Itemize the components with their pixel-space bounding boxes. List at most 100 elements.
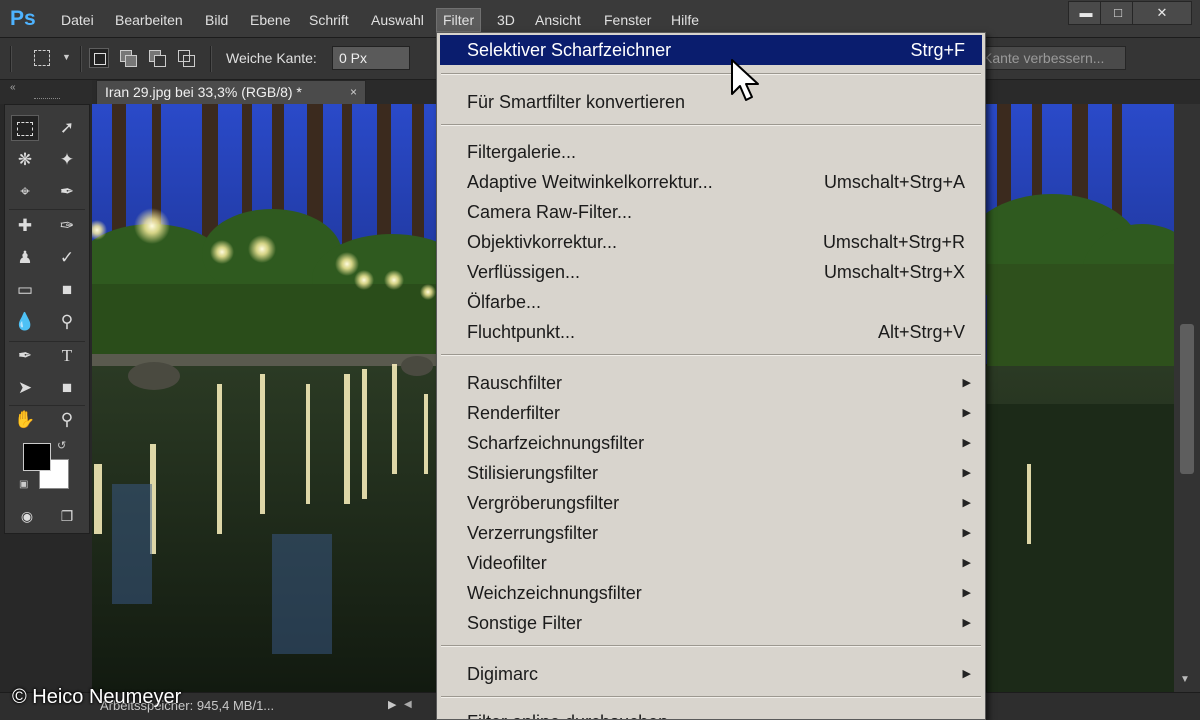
menu-item-verfluessigen[interactable]: Verflüssigen... Umschalt+Strg+X: [440, 257, 982, 287]
menu-item-shortcut: Alt+Strg+V: [877, 322, 965, 342]
menu-item-label: Renderfilter: [467, 403, 561, 423]
clone-stamp-tool-icon[interactable]: ♟: [11, 245, 39, 271]
rectangular-marquee-tool-icon[interactable]: [11, 115, 39, 141]
menu-item-label: Filtergalerie...: [467, 142, 577, 162]
menu-item-vergroeberungsfilter[interactable]: Vergröberungsfilter ▶: [440, 488, 982, 518]
intersect-selection-icon[interactable]: [176, 48, 196, 68]
foreground-color-swatch[interactable]: [23, 443, 51, 471]
toolbar-divider: [9, 341, 85, 342]
path-selection-tool-icon[interactable]: ➤: [11, 375, 39, 401]
collapse-arrows-icon[interactable]: «: [10, 82, 16, 93]
menu-item-label: Fluchtpunkt...: [467, 322, 576, 342]
menu-item-label: Stilisierungsfilter: [467, 463, 599, 483]
menu-bearbeiten[interactable]: Bearbeiten: [109, 9, 189, 31]
menu-item-filtergalerie[interactable]: Filtergalerie...: [440, 137, 982, 167]
menu-item-rauschfilter[interactable]: Rauschfilter ▶: [440, 368, 982, 398]
menu-item-digimarc[interactable]: Digimarc ▶: [440, 659, 982, 689]
status-menu-arrow-icon[interactable]: ▶: [388, 698, 396, 711]
menu-item-label: Selektiver Scharfzeichner: [467, 40, 672, 60]
menu-datei[interactable]: Datei: [55, 9, 100, 31]
document-tab[interactable]: Iran 29.jpg bei 33,3% (RGB/8) * ×: [96, 80, 366, 104]
lasso-tool-icon[interactable]: ❋: [11, 147, 39, 173]
menu-item-shortcut: Umschalt+Strg+A: [823, 172, 965, 192]
menu-item-videofilter[interactable]: Videofilter ▶: [440, 548, 982, 578]
default-colors-icon[interactable]: ▣: [19, 479, 28, 490]
brush-tool-icon[interactable]: ✑: [53, 213, 81, 239]
vertical-scrollbar[interactable]: ▼: [1174, 104, 1200, 692]
zoom-tool-icon[interactable]: ⚲: [53, 407, 81, 433]
submenu-arrow-icon: ▶: [962, 377, 971, 389]
menu-filter[interactable]: Filter: [436, 8, 482, 32]
submenu-arrow-icon: ▶: [962, 527, 971, 539]
move-tool-icon[interactable]: ➚: [53, 115, 81, 141]
spot-healing-tool-icon[interactable]: ✚: [11, 213, 39, 239]
screen-mode-icon[interactable]: ❐: [53, 503, 81, 529]
add-to-selection-icon[interactable]: [118, 48, 138, 68]
crop-tool-icon[interactable]: ⌖: [11, 179, 39, 205]
menu-item-stilisierungsfilter[interactable]: Stilisierungsfilter ▶: [440, 458, 982, 488]
minimize-button[interactable]: ▬: [1068, 1, 1104, 25]
menu-item-verzerrungsfilter[interactable]: Verzerrungsfilter ▶: [440, 518, 982, 548]
menu-item-selektiver-scharfzeichner[interactable]: Selektiver Scharfzeichner Strg+F: [440, 35, 982, 65]
menu-item-adaptive-weitwinkelkorrektur[interactable]: Adaptive Weitwinkelkorrektur... Umschalt…: [440, 167, 982, 197]
menu-item-sonstige-filter[interactable]: Sonstige Filter ▶: [440, 608, 982, 638]
menu-item-label: Weichzeichnungsfilter: [467, 583, 642, 603]
eyedropper-tool-icon[interactable]: ✒: [53, 179, 81, 205]
menu-item-scharfzeichnungsfilter[interactable]: Scharfzeichnungsfilter ▶: [440, 428, 982, 458]
toolbar-divider: [9, 209, 85, 210]
hand-tool-icon[interactable]: ✋: [11, 407, 39, 433]
menu-item-objektivkorrektur[interactable]: Objektivkorrektur... Umschalt+Strg+R: [440, 227, 982, 257]
menu-separator: [441, 354, 981, 356]
magic-wand-tool-icon[interactable]: ✦: [53, 147, 81, 173]
quick-mask-icon[interactable]: ◉: [13, 503, 41, 529]
menu-schrift[interactable]: Schrift: [303, 9, 355, 31]
type-tool-icon[interactable]: T: [53, 343, 81, 369]
menu-item-label: Für Smartfilter konvertieren: [467, 92, 686, 112]
close-window-button[interactable]: ✕: [1132, 1, 1192, 25]
menu-separator: [441, 696, 981, 698]
submenu-arrow-icon: ▶: [962, 467, 971, 479]
toolbar-divider: [9, 405, 85, 406]
pen-tool-icon[interactable]: ✒: [11, 343, 39, 369]
menu-item-label: Ölfarbe...: [467, 292, 542, 312]
scrollbar-thumb[interactable]: [1180, 324, 1194, 474]
menu-item-shortcut: Umschalt+Strg+X: [823, 262, 965, 282]
submenu-arrow-icon: ▶: [962, 557, 971, 569]
menu-auswahl[interactable]: Auswahl: [365, 9, 430, 31]
swap-colors-icon[interactable]: ↺: [57, 439, 66, 452]
subtract-from-selection-icon[interactable]: [147, 48, 167, 68]
menu-3d[interactable]: 3D: [491, 9, 521, 31]
chevron-down-icon[interactable]: ▼: [62, 52, 71, 62]
menu-ebene[interactable]: Ebene: [244, 9, 296, 31]
rectangle-tool-icon[interactable]: ■: [53, 375, 81, 401]
document-title: Iran 29.jpg bei 33,3% (RGB/8) *: [105, 84, 302, 100]
maximize-button[interactable]: □: [1100, 1, 1136, 25]
menu-item-camera-raw-filter[interactable]: Camera Raw-Filter...: [440, 197, 982, 227]
feather-input[interactable]: 0 Px: [332, 46, 410, 70]
menu-item-shortcut: Umschalt+Strg+R: [822, 232, 965, 252]
panel-collapse-strip: «: [0, 80, 92, 104]
scroll-left-arrow-icon[interactable]: ◀: [404, 699, 412, 710]
menu-item-renderfilter[interactable]: Renderfilter ▶: [440, 398, 982, 428]
menu-fenster[interactable]: Fenster: [598, 9, 657, 31]
close-tab-icon[interactable]: ×: [350, 81, 357, 104]
menu-item-weichzeichnungsfilter[interactable]: Weichzeichnungsfilter ▶: [440, 578, 982, 608]
refine-edge-button[interactable]: Kante verbessern...: [972, 46, 1126, 70]
marquee-preset-icon[interactable]: [34, 50, 50, 66]
gradient-tool-icon[interactable]: ■: [53, 277, 81, 303]
scroll-down-arrow-icon[interactable]: ▼: [1180, 674, 1190, 685]
menu-item-smartfilter[interactable]: Für Smartfilter konvertieren: [440, 87, 982, 117]
menu-item-filter-online-durchsuchen[interactable]: Filter online durchsuchen...: [440, 707, 982, 719]
menu-item-fluchtpunkt[interactable]: Fluchtpunkt... Alt+Strg+V: [440, 317, 982, 347]
menu-item-oelfarbe[interactable]: Ölfarbe...: [440, 287, 982, 317]
menu-bild[interactable]: Bild: [199, 9, 234, 31]
menu-item-label: Objektivkorrektur...: [467, 232, 618, 252]
menu-ansicht[interactable]: Ansicht: [529, 9, 587, 31]
menu-item-label: Sonstige Filter: [467, 613, 583, 633]
history-brush-tool-icon[interactable]: ✓: [53, 245, 81, 271]
blur-tool-icon[interactable]: 💧: [11, 309, 39, 335]
menu-hilfe[interactable]: Hilfe: [665, 9, 705, 31]
new-selection-icon[interactable]: [89, 48, 109, 68]
dodge-tool-icon[interactable]: ⚲: [53, 309, 81, 335]
eraser-tool-icon[interactable]: ▭: [11, 277, 39, 303]
